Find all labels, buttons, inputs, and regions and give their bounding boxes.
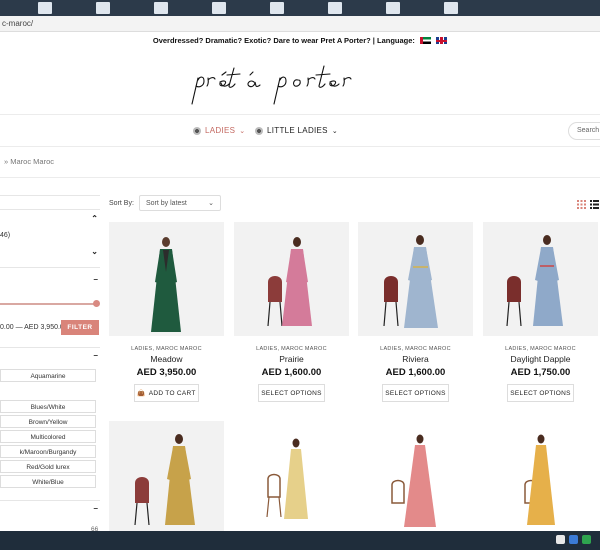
sort-select[interactable]: Sort by latest ⌄ [139,195,221,211]
add-to-cart-button[interactable]: 👜 ADD TO CART [134,384,199,402]
list-view-icon[interactable] [590,200,599,209]
collapse-icon[interactable]: ⌃ [91,214,98,223]
sidebar-divider [0,500,100,501]
bag-icon: 👜 [137,390,146,397]
tray-icon[interactable] [569,535,578,544]
color-filter-aquamarine[interactable]: Aquamarine [0,369,96,382]
breadcrumb-divider [0,177,600,178]
nav-item-ladies[interactable]: LADIES ⌄ [193,126,245,135]
desktop-file-icon[interactable] [96,2,110,14]
product-price: AED 3,950.00 [136,367,197,378]
os-taskbar-bottom [0,531,600,550]
product-name[interactable]: Daylight Dapple [483,354,598,364]
announcement-bar: Overdressed? Dramatic? Exotic? Dare to w… [0,33,600,48]
grid-view-icon[interactable] [577,200,586,209]
minus-icon[interactable]: – [94,504,98,513]
sidebar-divider [0,347,100,348]
product-category[interactable]: LADIES, MAROC MAROC [109,346,224,352]
sidebar-divider [0,209,100,210]
desktop-file-icon[interactable] [38,2,52,14]
product-image[interactable] [234,421,349,531]
sidebar-filters: ⌃ 46) ⌄ – 0.00 — AED 3,950.00 FILTER – A… [0,185,103,533]
product-image[interactable] [109,421,224,531]
sidebar-divider [0,195,100,196]
nav-item-label: LITTLE LADIES [267,126,328,135]
category-count[interactable]: 46) [0,232,10,239]
product-category[interactable]: LADIES, MAROC MAROC [483,346,598,352]
color-filter-red-gold[interactable]: Red/Gold lurex [0,460,96,473]
os-taskbar-top [0,0,600,16]
product-image[interactable] [358,421,473,531]
desktop-file-icon[interactable] [212,2,226,14]
tray-icon[interactable] [556,535,565,544]
product-image[interactable] [358,222,473,336]
nav-divider [0,146,600,147]
search-input[interactable]: Search [568,122,600,140]
sidebar-divider [0,267,100,268]
sort-label: Sort By: [109,200,134,207]
uae-flag-icon[interactable] [420,37,432,44]
color-filter-multicolored[interactable]: Multicolored [0,430,96,443]
breadcrumb[interactable]: » Maroc Maroc [4,157,54,166]
nav-item-little-ladies[interactable]: LITTLE LADIES ⌄ [255,126,338,135]
select-options-button[interactable]: SELECT OPTIONS [507,384,574,402]
product-price: AED 1,750.00 [510,367,571,378]
desktop-file-icon[interactable] [386,2,400,14]
nav-dot-icon [193,126,201,135]
desktop-file-icon[interactable] [328,2,342,14]
price-slider-handle[interactable] [93,300,100,307]
desktop-file-icon[interactable] [154,2,168,14]
button-label: ADD TO CART [148,389,196,397]
product-category[interactable]: LADIES, MAROC MAROC [358,346,473,352]
announcement-text: Overdressed? Dramatic? Exotic? Dare to w… [152,36,415,45]
product-price: AED 1,600.00 [261,367,322,378]
product-name[interactable]: Meadow [109,354,224,364]
color-filter-white-blue[interactable]: White/Blue [0,475,96,488]
chevron-down-icon[interactable]: ⌄ [91,247,98,256]
select-options-button[interactable]: SELECT OPTIONS [258,384,325,402]
product-image[interactable] [234,222,349,336]
product-name[interactable]: Prairie [234,354,349,364]
site-logo[interactable] [180,58,370,108]
chevron-down-icon: ⌄ [331,127,338,135]
color-filter-blues-white[interactable]: Blues/White [0,400,96,413]
nav-dot-icon [255,126,263,135]
tray-icon[interactable] [582,535,591,544]
price-slider-track[interactable] [0,303,97,305]
desktop-file-icon[interactable] [444,2,458,14]
desktop-file-icon[interactable] [270,2,284,14]
product-image[interactable] [483,421,598,531]
uk-flag-icon[interactable] [436,37,448,44]
product-price: AED 1,600.00 [385,367,446,378]
sort-selected-value: Sort by latest [146,200,187,207]
color-filter-maroon[interactable]: k/Maroon/Burgandy [0,445,96,458]
price-range-text: 0.00 — AED 3,950.00 [0,324,68,331]
product-image[interactable] [483,222,598,336]
header-divider [0,114,600,115]
select-options-button[interactable]: SELECT OPTIONS [382,384,449,402]
filter-button[interactable]: FILTER [61,320,99,335]
minus-icon[interactable]: – [94,275,98,284]
product-name[interactable]: Riviera [358,354,473,364]
product-category[interactable]: LADIES, MAROC MAROC [234,346,349,352]
chevron-down-icon: ⌄ [239,127,246,135]
product-image[interactable] [109,222,224,336]
main-nav: LADIES ⌄ LITTLE LADIES ⌄ [0,120,600,142]
address-bar[interactable]: c-maroc/ [0,16,600,32]
minus-icon[interactable]: – [94,351,98,360]
nav-item-label: LADIES [205,126,236,135]
color-filter-brown-yellow[interactable]: Brown/Yellow [0,415,96,428]
chevron-down-icon: ⌄ [208,200,214,207]
